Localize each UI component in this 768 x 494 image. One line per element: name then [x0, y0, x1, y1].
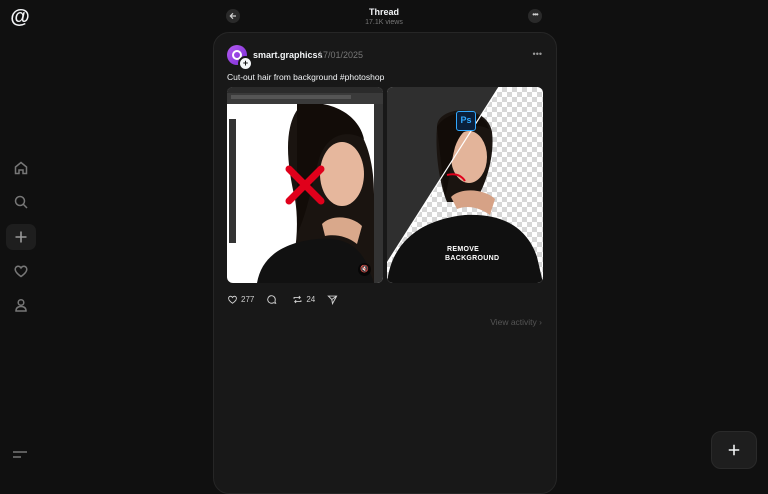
thread-header: Thread 17.1K views ••• [213, 0, 555, 32]
post-text: Cut-out hair from background #photoshop [227, 72, 385, 82]
search-icon [14, 195, 28, 209]
sidebar-item-search[interactable] [6, 189, 36, 215]
follow-plus-icon[interactable]: + [238, 56, 253, 71]
heart-icon [14, 265, 28, 278]
person-icon [15, 298, 27, 312]
post-video[interactable]: 🔇 [227, 87, 383, 283]
plus-icon [728, 444, 740, 456]
menu-icon[interactable] [10, 446, 30, 462]
like-count: 277 [241, 294, 255, 304]
more-horizontal-icon: ••• [532, 10, 538, 19]
repost-icon [293, 295, 302, 303]
heart-icon [228, 295, 237, 304]
label-line-1: REMOVE [447, 246, 480, 253]
plus-icon [15, 231, 27, 243]
sidebar-item-activity[interactable] [6, 258, 36, 284]
mute-button[interactable]: 🔇 [358, 263, 371, 276]
sidebar-item-profile[interactable] [6, 292, 36, 318]
photoshop-side-panel [374, 104, 383, 283]
view-activity-link[interactable]: View activity › [490, 317, 542, 327]
photoshop-logo-icon: Ps [456, 111, 476, 131]
header-title-block: Thread 17.1K views [213, 7, 555, 27]
sidebar-item-create[interactable] [6, 224, 36, 250]
reply-button[interactable] [266, 294, 280, 305]
sidebar-item-home[interactable] [6, 155, 36, 181]
repost-button[interactable]: 24 [292, 294, 315, 305]
sidebar: @ [0, 0, 42, 480]
remove-background-label: REMOVE BACKGROUND [445, 245, 499, 263]
like-button[interactable]: 277 [227, 294, 254, 305]
page-title: Thread [368, 7, 399, 17]
post-username[interactable]: smart.graphicss [253, 50, 323, 60]
label-line-2: BACKGROUND [445, 255, 500, 262]
repost-count: 24 [306, 294, 316, 304]
threads-logo-icon[interactable]: @ [10, 6, 30, 28]
post-date: 17/01/2025 [318, 50, 364, 60]
send-icon [327, 295, 338, 305]
view-count: 17.1K views [365, 19, 403, 26]
post-actions: 277 24 [227, 292, 353, 306]
more-horizontal-icon: ••• [532, 49, 542, 59]
red-x-mark [285, 165, 325, 205]
home-icon [14, 161, 28, 175]
create-post-button[interactable] [711, 431, 757, 469]
post-more-button[interactable]: ••• [533, 49, 542, 59]
post-card: + smart.graphicss 17/01/2025 ••• Cut-out… [213, 32, 557, 494]
photoshop-toolbar [227, 87, 383, 104]
comment-icon [267, 294, 277, 304]
share-button[interactable] [327, 294, 341, 305]
post-image[interactable]: Ps REMOVE BACKGROUND [387, 87, 543, 283]
header-more-button[interactable]: ••• [528, 9, 542, 23]
speaker-muted-icon: 🔇 [360, 266, 369, 273]
